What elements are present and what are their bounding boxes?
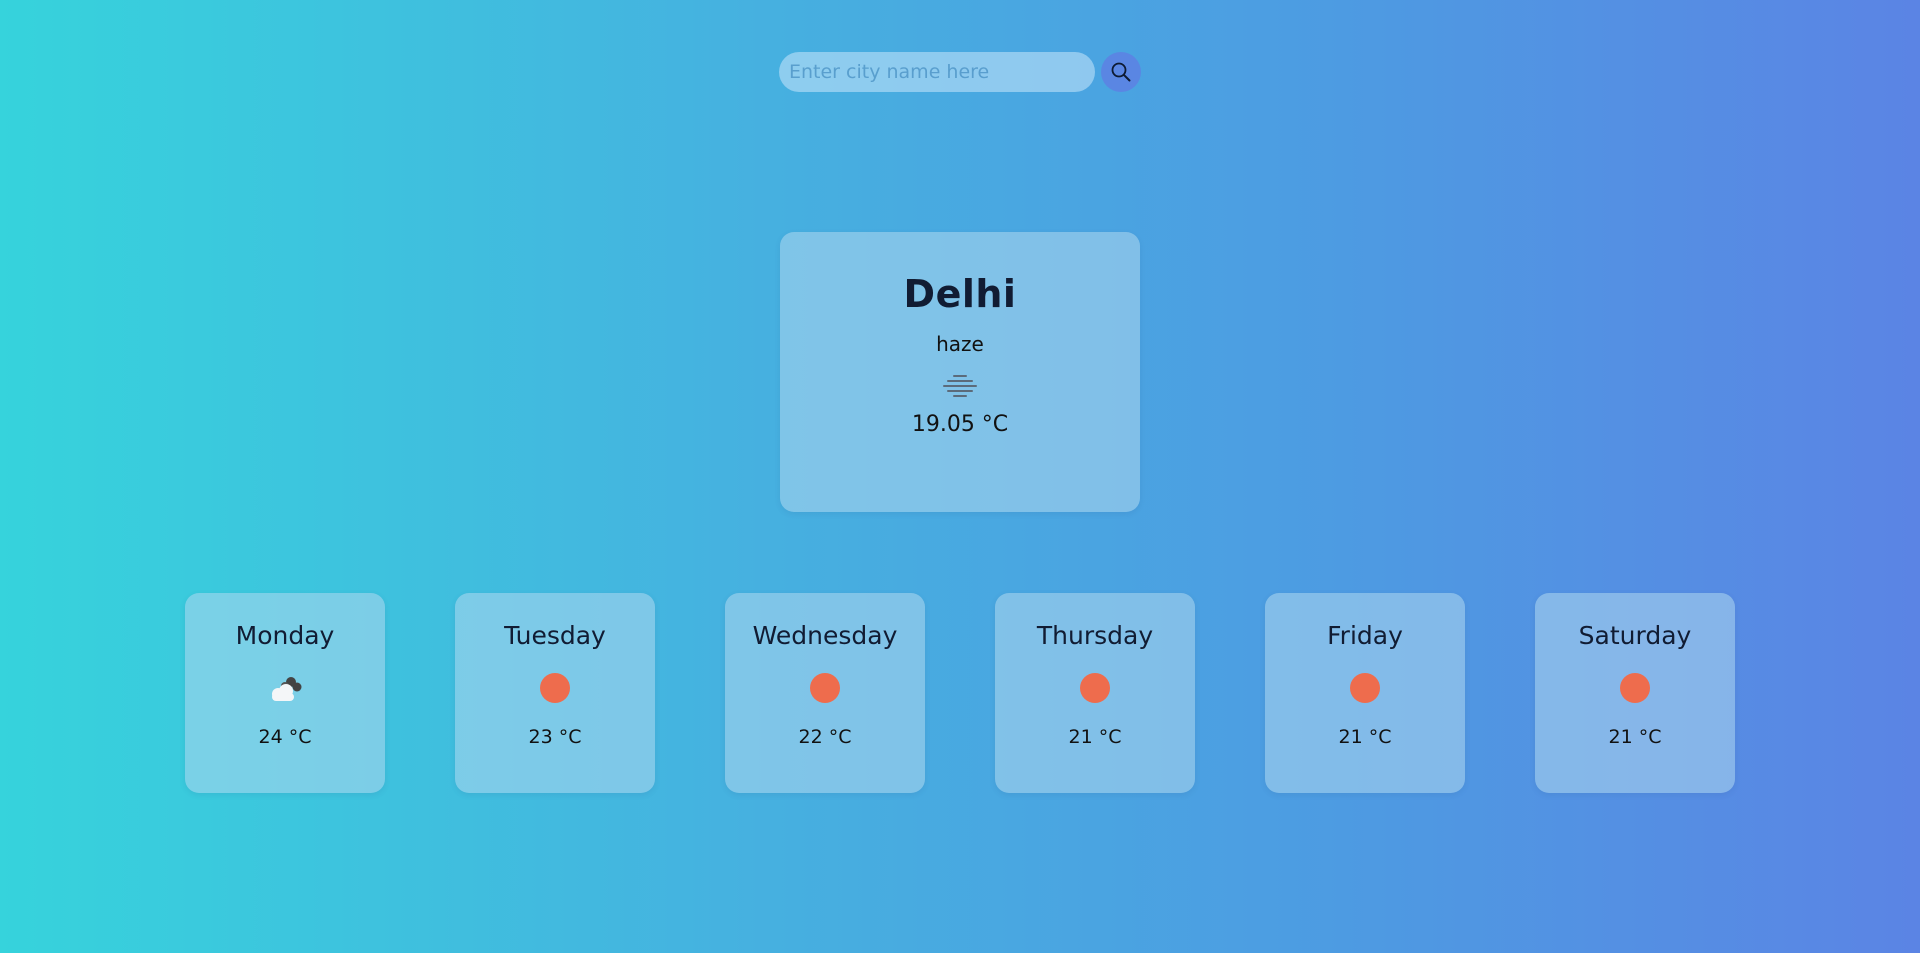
forecast-card-friday: Friday 21 °C <box>1265 593 1465 793</box>
sun-icon <box>810 673 840 703</box>
search-bar <box>779 52 1141 92</box>
forecast-temperature: 21 °C <box>1608 726 1662 748</box>
forecast-day-name: Tuesday <box>504 621 606 650</box>
search-input[interactable] <box>779 52 1095 92</box>
city-name: Delhi <box>903 272 1017 316</box>
forecast-temperature: 23 °C <box>528 726 582 748</box>
sun-icon <box>1620 673 1650 703</box>
haze-icon <box>943 375 977 397</box>
sun-icon <box>1350 673 1380 703</box>
forecast-temperature: 24 °C <box>258 726 312 748</box>
forecast-day-name: Friday <box>1327 621 1403 650</box>
forecast-card-saturday: Saturday 21 °C <box>1535 593 1735 793</box>
forecast-day-name: Monday <box>235 621 335 650</box>
current-weather-card: Delhi haze 19.05 °C <box>780 232 1140 512</box>
current-temperature: 19.05 °C <box>911 412 1009 437</box>
forecast-temperature: 21 °C <box>1338 726 1392 748</box>
sun-icon <box>540 673 570 703</box>
forecast-day-name: Wednesday <box>752 621 898 650</box>
forecast-temperature: 21 °C <box>1068 726 1122 748</box>
forecast-card-wednesday: Wednesday 22 °C <box>725 593 925 793</box>
forecast-day-name: Thursday <box>1036 621 1154 650</box>
search-button[interactable] <box>1101 52 1141 92</box>
partly-cloudy-icon <box>272 677 302 701</box>
search-icon <box>1111 62 1131 82</box>
weather-condition: haze <box>936 332 984 356</box>
forecast-temperature: 22 °C <box>798 726 852 748</box>
forecast-card-tuesday: Tuesday 23 °C <box>455 593 655 793</box>
sun-icon <box>1080 673 1110 703</box>
forecast-card-thursday: Thursday 21 °C <box>995 593 1195 793</box>
forecast-day-name: Saturday <box>1578 621 1692 650</box>
forecast-card-monday: Monday 24 °C <box>185 593 385 793</box>
